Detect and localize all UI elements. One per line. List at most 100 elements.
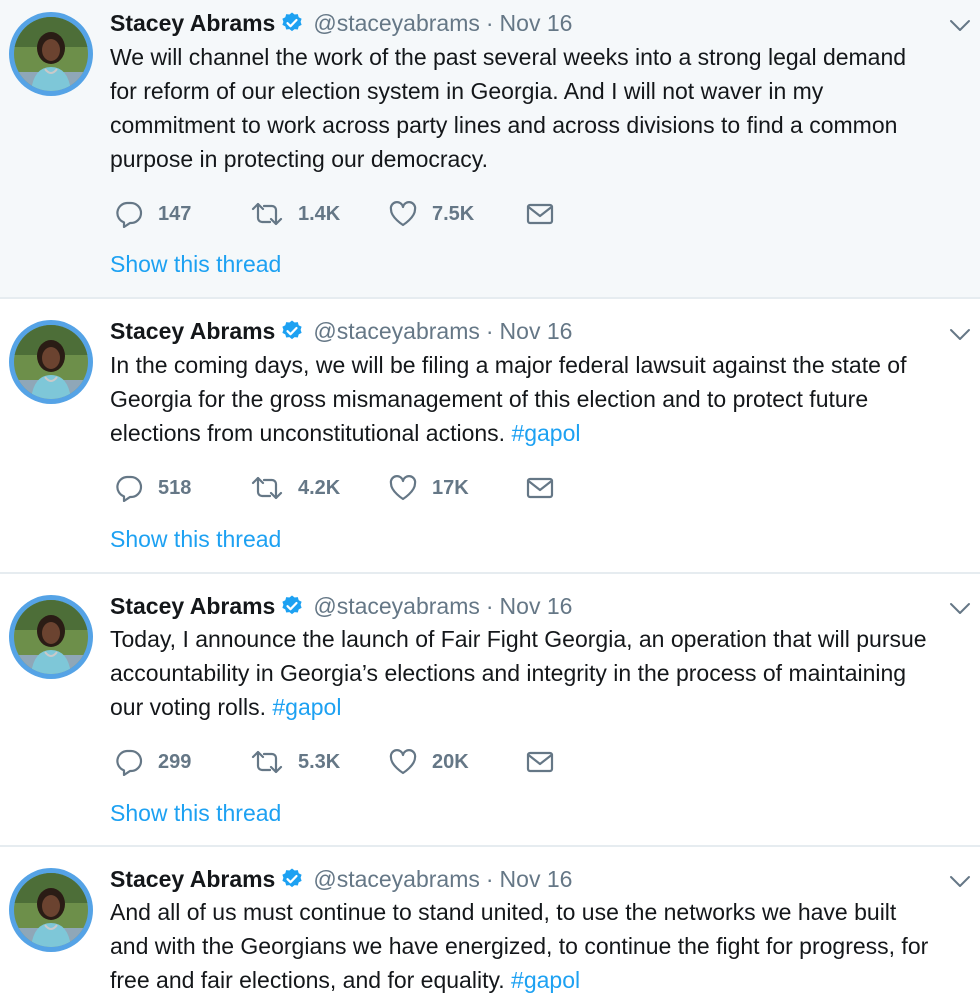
avatar-photo [14,17,88,91]
retweet-button[interactable]: 1.4K [250,199,388,229]
tweet[interactable]: Stacey Abrams @staceyabrams · Nov 16 We … [0,0,980,299]
tweet-text-line: elections from unconstitutional actions.… [110,416,972,450]
envelope-icon [526,203,554,225]
retweet-icon [251,202,283,226]
chevron-down-icon[interactable] [948,596,972,620]
hashtag-link[interactable]: #gapol [272,694,341,720]
heart-icon [389,475,417,501]
chevron-down-icon[interactable] [948,869,972,893]
avatar[interactable] [9,320,93,404]
tweet[interactable]: Stacey Abrams @staceyabrams · Nov 16 In … [0,299,980,574]
tweet-text-line: And all of us must continue to stand uni… [110,899,897,925]
direct-message-button[interactable] [526,747,554,777]
verified-badge-icon [280,319,304,343]
retweet-count: 4.2K [298,476,341,499]
hashtag-link[interactable]: #gapol [511,967,580,993]
separator: · [485,9,494,36]
author-name[interactable]: Stacey Abrams [110,318,275,345]
tweet-text-line: In the coming days, we will be filing a … [110,352,907,378]
avatar[interactable] [9,595,93,679]
reply-button[interactable]: 147 [114,199,250,229]
author-name[interactable]: Stacey Abrams [110,593,275,620]
author-handle[interactable]: @staceyabrams [313,10,480,37]
tweet-text-line: We will channel the work of the past sev… [110,44,907,70]
retweet-icon [251,476,283,500]
avatar-photo [14,873,88,947]
author-name[interactable]: Stacey Abrams [110,10,275,37]
tweet-date[interactable]: Nov 16 [500,866,573,893]
verified-badge-icon [280,594,304,618]
tweet-date[interactable]: Nov 16 [500,318,573,345]
tweet[interactable]: Stacey Abrams @staceyabrams · Nov 16 And… [0,847,980,1004]
like-count: 20K [432,750,469,773]
reply-icon [116,749,143,776]
tweet-text-segment: free and fair elections, and for equalit… [110,967,512,993]
direct-message-button[interactable] [526,199,554,229]
reply-button[interactable]: 518 [114,473,250,503]
author-handle[interactable]: @staceyabrams [313,593,480,620]
envelope-icon [526,751,554,773]
author-handle[interactable]: @staceyabrams [313,318,480,345]
tweet-text-line: and with the Georgians we have energized… [110,933,929,959]
verified-badge-icon [280,867,304,891]
separator: · [485,865,494,892]
author-name[interactable]: Stacey Abrams [110,866,275,893]
tweet-text: In the coming days, we will be filing a … [110,348,972,450]
chevron-down-icon[interactable] [948,13,972,37]
like-count: 7.5K [432,202,475,225]
tweet-text: We will channel the work of the past sev… [110,40,972,176]
tweet-text-line: free and fair elections, and for equalit… [110,963,972,997]
timeline: Stacey Abrams @staceyabrams · Nov 16 We … [0,0,980,1004]
avatar[interactable] [9,12,93,96]
tweet-text-segment: our voting rolls. [110,694,273,720]
separator: · [485,592,494,619]
tweet-date[interactable]: Nov 16 [500,593,573,620]
tweet-header: Stacey Abrams @staceyabrams · Nov 16 [110,862,572,896]
show-thread-link[interactable]: Show this thread [110,251,281,278]
avatar-photo [14,600,88,674]
envelope-icon [526,477,554,499]
tweet-actions: 147 1.4K 7.5K [114,199,554,229]
like-button[interactable]: 20K [388,747,526,777]
tweet-header: Stacey Abrams @staceyabrams · Nov 16 [110,314,572,348]
tweet-date[interactable]: Nov 16 [500,10,573,37]
reply-count: 518 [158,476,192,499]
reply-button[interactable]: 299 [114,747,250,777]
retweet-count: 5.3K [298,750,341,773]
tweet-text: Today, I announce the launch of Fair Fig… [110,622,972,724]
heart-icon [389,201,417,227]
verified-badge-icon [280,11,304,35]
avatar[interactable] [9,868,93,952]
show-thread-link[interactable]: Show this thread [110,526,281,553]
separator: · [485,317,494,344]
reply-icon [116,201,143,228]
retweet-count: 1.4K [298,202,341,225]
author-handle[interactable]: @staceyabrams [313,866,480,893]
tweet-text-line: purpose in protecting our democracy. [110,146,488,172]
like-count: 17K [432,476,469,499]
tweet-actions: 518 4.2K 17K [114,473,554,503]
retweet-icon [251,750,283,774]
reply-icon [116,475,143,502]
retweet-button[interactable]: 5.3K [250,747,388,777]
tweet-text-line: Today, I announce the launch of Fair Fig… [110,626,927,652]
avatar-photo [14,325,88,399]
tweet[interactable]: Stacey Abrams @staceyabrams · Nov 16 Tod… [0,574,980,847]
chevron-down-icon[interactable] [948,322,972,346]
hashtag-link[interactable]: #gapol [511,420,580,446]
tweet-header: Stacey Abrams @staceyabrams · Nov 16 [110,589,572,623]
show-thread-link[interactable]: Show this thread [110,800,281,827]
heart-icon [389,749,417,775]
like-button[interactable]: 17K [388,473,526,503]
tweet-text-segment: elections from unconstitutional actions. [110,420,512,446]
direct-message-button[interactable] [526,473,554,503]
tweet-header: Stacey Abrams @staceyabrams · Nov 16 [110,6,572,40]
retweet-button[interactable]: 4.2K [250,473,388,503]
tweet-text-line: Georgia for the gross mismanagement of t… [110,386,869,412]
tweet-text: And all of us must continue to stand uni… [110,895,972,997]
tweet-actions: 299 5.3K 20K [114,747,554,777]
tweet-text-line: for reform of our election system in Geo… [110,78,824,104]
reply-count: 147 [158,202,192,225]
tweet-text-line: commitment to work across party lines an… [110,112,898,138]
like-button[interactable]: 7.5K [388,199,526,229]
